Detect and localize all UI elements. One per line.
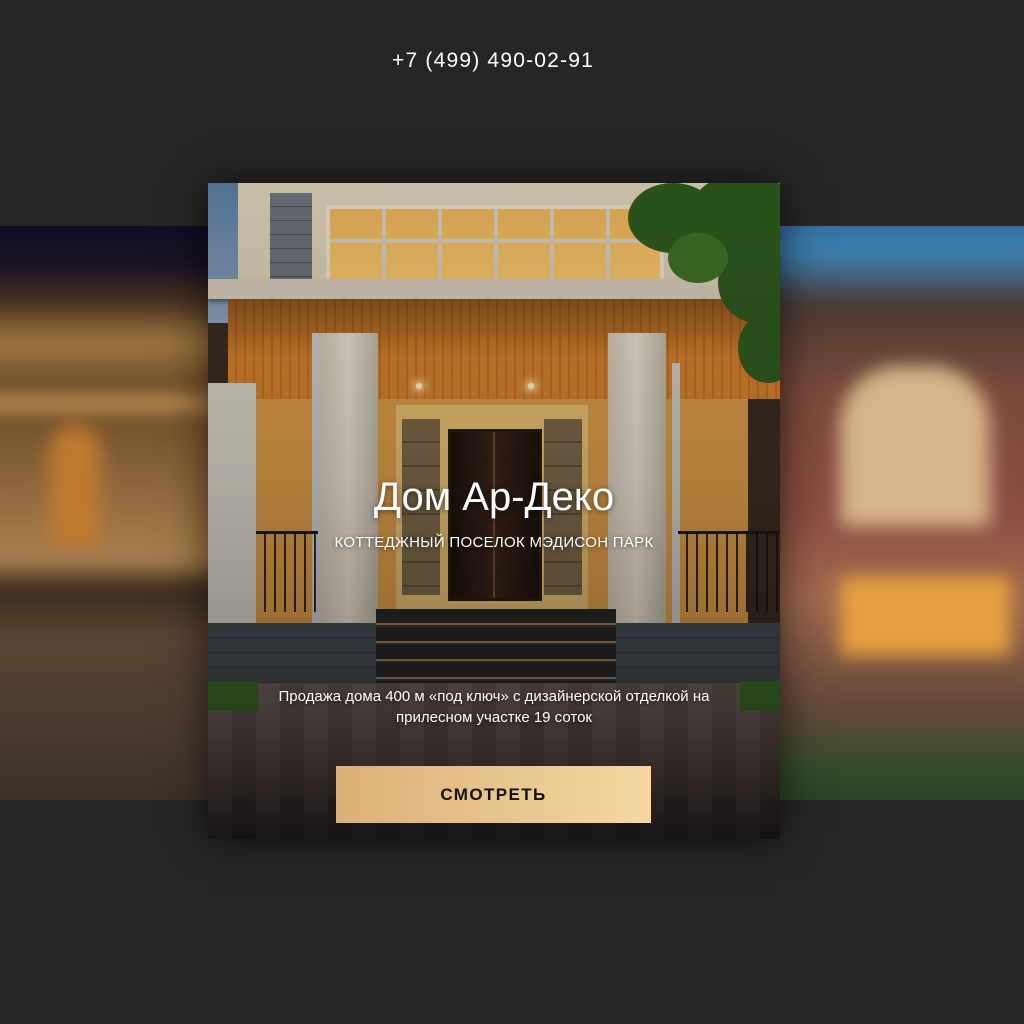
previous-slide-image <box>0 226 208 800</box>
next-slide-image <box>780 226 1024 800</box>
slide-title: Дом Ар-Деко <box>373 475 615 519</box>
next-slide[interactable] <box>780 226 1024 800</box>
page: +7 (499) 490-02-91 Дом Ар-Деко КОТТЕДЖНЫ… <box>0 0 1024 1024</box>
slide-content: Дом Ар-Деко КОТТЕДЖНЫЙ ПОСЕЛОК МЭДИСОН П… <box>208 183 780 839</box>
active-slide: Дом Ар-Деко КОТТЕДЖНЫЙ ПОСЕЛОК МЭДИСОН П… <box>208 183 780 839</box>
slide-subtitle: КОТТЕДЖНЫЙ ПОСЕЛОК МЭДИСОН ПАРК <box>334 534 654 551</box>
phone-link[interactable]: +7 (499) 490-02-91 <box>0 48 986 74</box>
view-button[interactable]: СМОТРЕТЬ <box>336 766 651 823</box>
previous-slide[interactable] <box>0 226 208 800</box>
slide-description: Продажа дома 400 м «под ключ» с дизайнер… <box>278 688 710 726</box>
